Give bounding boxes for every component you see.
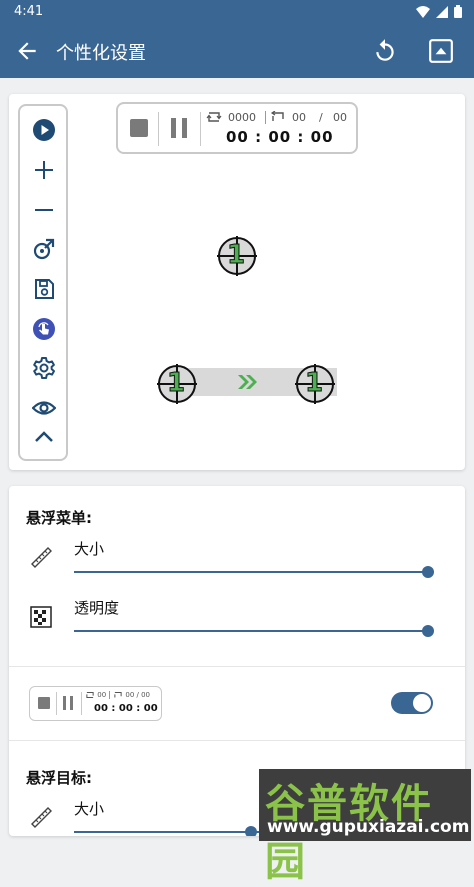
scroll-top-icon[interactable] <box>428 38 454 64</box>
mini-repeat: 00 / 00 <box>125 691 151 699</box>
status-bar: 4:41 <box>0 0 474 24</box>
app-bar: 个性化设置 <box>0 24 474 78</box>
menu-opacity-label: 透明度 <box>74 599 120 617</box>
eye-icon[interactable] <box>32 396 56 420</box>
swipe-end-target[interactable]: 1 <box>295 364 335 404</box>
menu-size-label: 大小 <box>74 540 105 558</box>
menu-size-slider[interactable] <box>74 571 428 573</box>
floating-side-menu <box>18 104 68 461</box>
swipe-icon[interactable] <box>32 237 56 261</box>
double-chevron-right-icon <box>238 375 257 389</box>
stop-button[interactable] <box>130 119 148 137</box>
ruler-icon <box>31 547 52 568</box>
play-icon[interactable] <box>32 118 56 142</box>
page-title: 个性化设置 <box>56 43 146 64</box>
watermark: 谷普软件园 www.gupuxiazai.com <box>259 769 471 885</box>
status-time: 4:41 <box>14 4 44 19</box>
target-number: 1 <box>304 368 324 399</box>
menu-opacity-slider-thumb[interactable] <box>422 625 434 637</box>
repeat-current: 00 <box>292 111 306 124</box>
chevron-up-icon[interactable] <box>32 425 56 449</box>
loop-count: 0000 <box>228 111 256 124</box>
menu-opacity-slider[interactable] <box>74 630 428 632</box>
target-number: 1 <box>226 240 246 271</box>
timer: 00 : 00 : 00 <box>226 128 334 146</box>
touch-icon[interactable] <box>32 317 56 341</box>
wifi-icon <box>416 5 430 18</box>
battery-icon <box>454 5 462 18</box>
stop-button <box>38 697 50 709</box>
target-number: 1 <box>166 368 186 399</box>
mini-counter-row: 00 00 / 00 <box>85 691 150 699</box>
status-icons <box>416 5 462 18</box>
loop-icon <box>86 692 94 698</box>
settings-icon[interactable] <box>32 356 56 380</box>
counter-row: 0000 00 / 00 <box>206 111 354 125</box>
menu-size-slider-thumb[interactable] <box>422 566 434 578</box>
ruler-icon <box>31 807 52 828</box>
control-bar: 0000 00 / 00 00 : 00 : 00 <box>116 102 358 154</box>
preview-card: 0000 00 / 00 00 : 00 : 00 1 1 1 <box>9 94 465 470</box>
plus-icon[interactable] <box>32 158 56 182</box>
repeat-total: 00 <box>333 111 347 124</box>
loop-icon <box>206 112 222 122</box>
target-size-label: 大小 <box>74 800 105 818</box>
repeat-icon <box>270 111 284 121</box>
swipe-start-target[interactable]: 1 <box>157 364 197 404</box>
opacity-icon <box>30 606 52 628</box>
target-size-slider-thumb[interactable] <box>245 826 257 836</box>
watermark-url: www.gupuxiazai.com <box>267 817 470 837</box>
floating-menu-title: 悬浮菜单: <box>26 509 92 527</box>
back-arrow-icon[interactable] <box>14 38 40 64</box>
repeat-icon <box>114 692 122 698</box>
mini-timer: 00 : 00 : 00 <box>94 703 158 714</box>
pause-button <box>63 696 74 710</box>
minus-icon[interactable] <box>32 198 56 222</box>
mini-bar-toggle[interactable] <box>391 692 433 714</box>
save-icon[interactable] <box>32 277 56 301</box>
pause-button[interactable] <box>171 118 187 138</box>
signal-icon <box>436 5 448 18</box>
mini-loop-count: 00 <box>97 691 107 699</box>
mini-control-bar-preview: 00 00 / 00 00 : 00 : 00 <box>29 686 162 721</box>
click-target[interactable]: 1 <box>217 236 257 276</box>
reset-icon[interactable] <box>372 38 398 64</box>
floating-target-title: 悬浮目标: <box>26 769 92 787</box>
